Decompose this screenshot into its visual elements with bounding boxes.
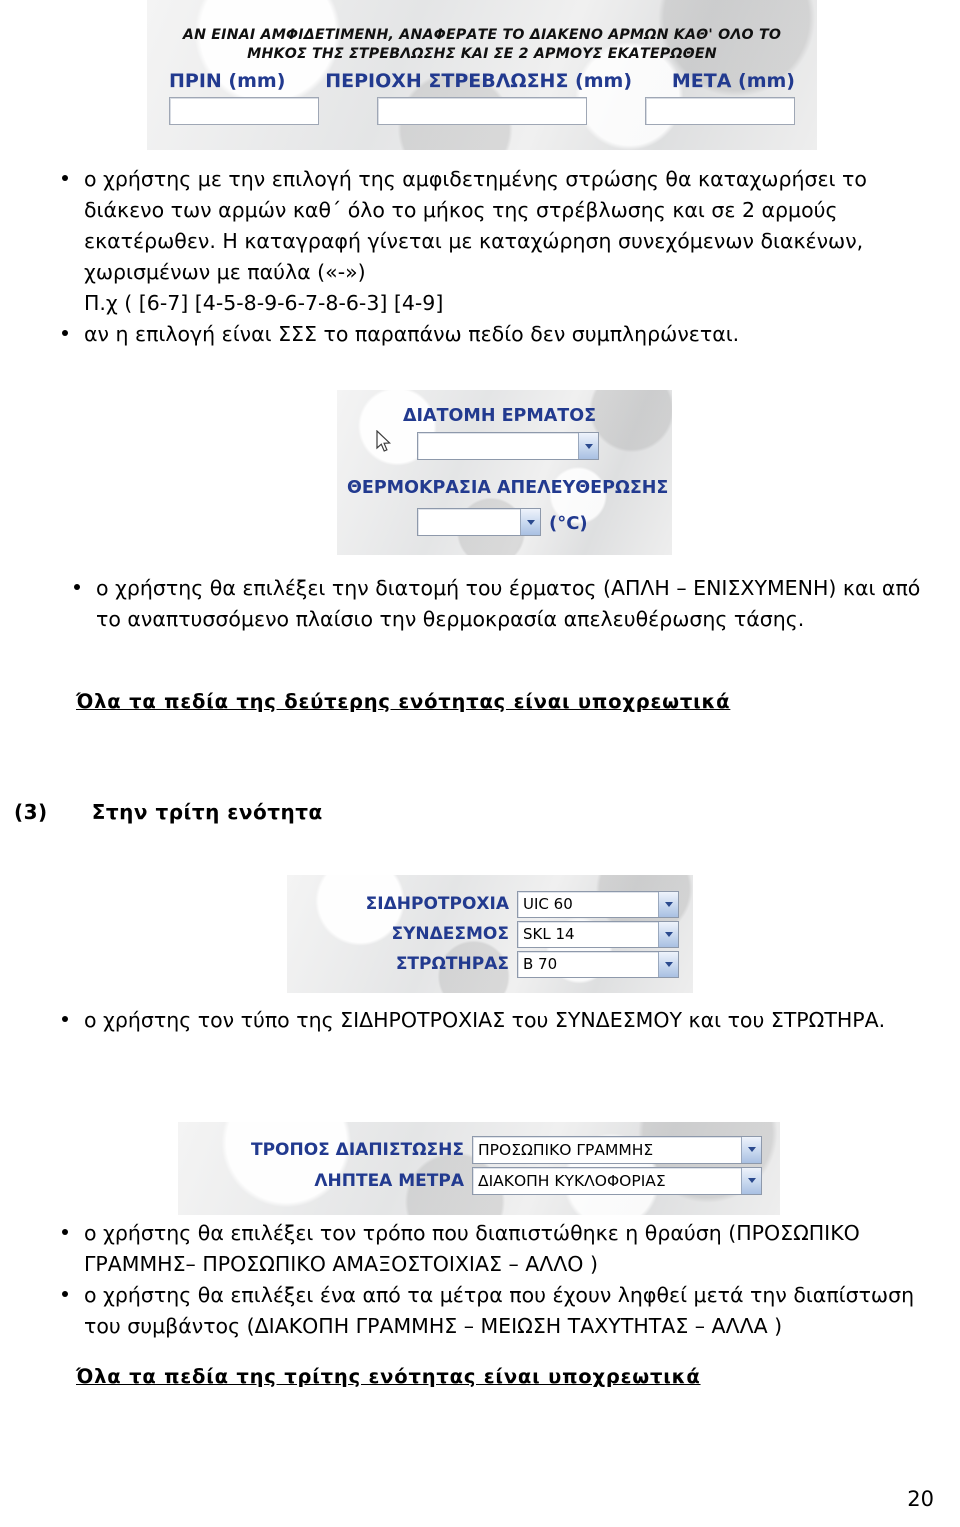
bullet-3-text: ο χρήστης θα επιλέξει την διατομή του έρ…	[96, 576, 921, 631]
text-block-bullets-1: ο χρήστης με την επιλογή της αμφιδετημέν…	[48, 164, 928, 350]
bullet-1-text: ο χρήστης με την επιλογή της αμφιδετημέν…	[84, 167, 867, 284]
text-block-bullets-2: ο χρήστης θα επιλέξει την διατομή του έρ…	[60, 573, 940, 635]
row-tropos-diapistosis: ΤΡΟΠΟΣ ΔΙΑΠΙΣΤΩΣΗΣ ΠΡΟΣΩΠΙΚΟ ΓΡΑΜΜΗΣ	[178, 1134, 780, 1165]
label-celsius-unit: (°C)	[549, 513, 588, 534]
chevron-down-icon[interactable]	[658, 921, 678, 947]
row-sidirotrochia: ΣΙΔΗΡΟΤΡΟΧΙΑ UIC 60	[287, 889, 693, 919]
section-3-title: Στην τρίτη ενότητα	[91, 800, 323, 824]
dropdown-syndesmos[interactable]: SKL 14	[517, 920, 679, 948]
list-item: ο χρήστης θα επιλέξει τον τρόπο που διαπ…	[48, 1218, 928, 1280]
label-thermokrasia-apeleftherosis: ΘΕΡΜΟΚΡΑΣΙΑ ΑΠΕΛΕΥΘΕΡΩΣΗΣ	[347, 478, 669, 498]
chevron-down-icon[interactable]	[578, 433, 598, 459]
joint-form-banner-line1: ΑΝ ΕΙΝΑΙ ΑΜΦΙΔΕΤΙΜΕΝΗ, ΑΝΑΦΕΡΑΤΕ ΤΟ ΔΙΑΚ…	[182, 27, 782, 43]
bullet-dot-icon	[74, 584, 80, 590]
chevron-down-icon[interactable]	[520, 509, 540, 535]
list-item: ο χρήστης θα επιλέξει την διατομή του έρ…	[60, 573, 940, 635]
bullet-list-1: ο χρήστης με την επιλογή της αμφιδετημέν…	[48, 164, 928, 350]
label-prin: ΠΡΙΝ (mm)	[169, 70, 286, 92]
bullet-6-text: ο χρήστης θα επιλέξει ένα από τα μέτρα π…	[84, 1283, 915, 1338]
label-syndesmos: ΣΥΝΔΕΣΜΟΣ	[391, 924, 509, 944]
joint-form-header-row: ΠΡΙΝ (mm) ΠΕΡΙΟΧΗ ΣΤΡΕΒΛΩΣΗΣ (mm) ΜΕΤΑ (…	[147, 64, 817, 92]
input-meta[interactable]	[645, 97, 795, 125]
page-number: 20	[907, 1487, 934, 1511]
mouse-cursor-icon	[376, 430, 392, 452]
chevron-down-icon[interactable]	[741, 1167, 761, 1194]
dropdown-liptea-metra-value: ΔΙΑΚΟΠΗ ΚΥΚΛΟΦΟΡΙΑΣ	[478, 1171, 666, 1190]
list-item: ο χρήστης τον τύπο της ΣΙΔΗΡΟΤΡΟΧΙΑΣ του…	[48, 1005, 928, 1036]
note-section-2-wrapper: Όλα τα πεδία της δεύτερης ενότητας είναι…	[76, 690, 730, 713]
screenshot-joint-gap-form: ΑΝ ΕΙΝΑΙ ΑΜΦΙΔΕΤΙΜΕΝΗ, ΑΝΑΦΕΡΑΤΕ ΤΟ ΔΙΑΚ…	[147, 0, 817, 150]
joint-form-banner: ΑΝ ΕΙΝΑΙ ΑΜΦΙΔΕΤΙΜΕΝΗ, ΑΝΑΦΕΡΑΤΕ ΤΟ ΔΙΑΚ…	[147, 0, 817, 64]
input-prin[interactable]	[169, 97, 319, 125]
section-3-heading: (3) Στην τρίτη ενότητα	[14, 800, 323, 824]
section-3-number: (3)	[14, 800, 48, 824]
bullet-dot-icon	[62, 330, 68, 336]
joint-form-input-row	[147, 92, 817, 125]
note-section-3-wrapper: Όλα τα πεδία της τρίτης ενότητας είναι υ…	[76, 1365, 701, 1388]
text-block-bullets-4: ο χρήστης θα επιλέξει τον τρόπο που διαπ…	[48, 1218, 928, 1342]
screenshot-track-components-form: ΣΙΔΗΡΟΤΡΟΧΙΑ UIC 60 ΣΥΝΔΕΣΜΟΣ SKL 14 ΣΤΡ…	[287, 875, 693, 993]
bullet-list-3: ο χρήστης τον τύπο της ΣΙΔΗΡΟΤΡΟΧΙΑΣ του…	[48, 1005, 928, 1036]
label-liptea-metra: ΛΗΠΤΕΑ ΜΕΤΡΑ	[314, 1170, 464, 1191]
label-meta: ΜΕΤΑ (mm)	[671, 70, 795, 92]
dropdown-sidirotrochia-value: UIC 60	[523, 895, 573, 913]
bullet-dot-icon	[62, 1229, 68, 1235]
dropdown-sidirotrochia[interactable]: UIC 60	[517, 890, 679, 918]
bullet-dot-icon	[62, 1291, 68, 1297]
dropdown-strotiras[interactable]: B 70	[517, 950, 679, 978]
row-liptea-metra: ΛΗΠΤΕΑ ΜΕΤΡΑ ΔΙΑΚΟΠΗ ΚΥΚΛΟΦΟΡΙΑΣ	[178, 1165, 780, 1196]
chevron-down-icon[interactable]	[658, 951, 678, 977]
list-item: ο χρήστης θα επιλέξει ένα από τα μέτρα π…	[48, 1280, 928, 1342]
document-page: ΑΝ ΕΙΝΑΙ ΑΜΦΙΔΕΤΙΜΕΝΗ, ΑΝΑΦΕΡΑΤΕ ΤΟ ΔΙΑΚ…	[0, 0, 960, 1527]
screenshot-ballast-form: ΔΙΑΤΟΜΗ ΕΡΜΑΤΟΣ ΘΕΡΜΟΚΡΑΣΙΑ ΑΠΕΛΕΥΘΕΡΩΣΗ…	[337, 390, 672, 555]
dropdown-liptea-metra[interactable]: ΔΙΑΚΟΠΗ ΚΥΚΛΟΦΟΡΙΑΣ	[472, 1166, 762, 1195]
bullet-4-text: ο χρήστης τον τύπο της ΣΙΔΗΡΟΤΡΟΧΙΑΣ του…	[84, 1008, 886, 1032]
dropdown-strotiras-value: B 70	[523, 955, 558, 973]
dropdown-tropos-diapistosis[interactable]: ΠΡΟΣΩΠΙΚΟ ΓΡΑΜΜΗΣ	[472, 1135, 762, 1164]
dropdown-syndesmos-value: SKL 14	[523, 925, 575, 943]
list-item: αν η επιλογή είναι ΣΣΣ το παραπάνω πεδίο…	[48, 319, 928, 350]
bullet-dot-icon	[62, 175, 68, 181]
chevron-down-icon[interactable]	[741, 1136, 761, 1163]
note-section-3: Όλα τα πεδία της τρίτης ενότητας είναι υ…	[76, 1365, 701, 1388]
bullet-list-4: ο χρήστης θα επιλέξει τον τρόπο που διαπ…	[48, 1218, 928, 1342]
label-diatomi-ermatos: ΔΙΑΤΟΜΗ ΕΡΜΑΤΟΣ	[403, 406, 597, 426]
note-section-2: Όλα τα πεδία της δεύτερης ενότητας είναι…	[76, 690, 731, 713]
label-periochi-streblosis: ΠΕΡΙΟΧΗ ΣΤΡΕΒΛΩΣΗΣ (mm)	[325, 70, 633, 92]
screenshot-measures-form: ΤΡΟΠΟΣ ΔΙΑΠΙΣΤΩΣΗΣ ΠΡΟΣΩΠΙΚΟ ΓΡΑΜΜΗΣ ΛΗΠ…	[178, 1122, 780, 1215]
dropdown-thermokrasia[interactable]	[417, 508, 541, 536]
input-periochi-streblosis[interactable]	[377, 97, 587, 125]
label-sidirotrochia: ΣΙΔΗΡΟΤΡΟΧΙΑ	[365, 894, 509, 914]
label-tropos-diapistosis: ΤΡΟΠΟΣ ΔΙΑΠΙΣΤΩΣΗΣ	[250, 1139, 464, 1160]
bullet-2-text: αν η επιλογή είναι ΣΣΣ το παραπάνω πεδίο…	[84, 322, 740, 346]
bullet-list-2: ο χρήστης θα επιλέξει την διατομή του έρ…	[60, 573, 940, 635]
bullet-1-example: Π.χ ( [6-7] [4-5-8-9-6-7-8-6-3] [4-9]	[84, 291, 444, 315]
bullet-dot-icon	[62, 1016, 68, 1022]
row-strotiras: ΣΤΡΩΤΗΡΑΣ B 70	[287, 949, 693, 979]
list-item: ο χρήστης με την επιλογή της αμφιδετημέν…	[48, 164, 928, 319]
text-block-bullets-3: ο χρήστης τον τύπο της ΣΙΔΗΡΟΤΡΟΧΙΑΣ του…	[48, 1005, 928, 1036]
row-syndesmos: ΣΥΝΔΕΣΜΟΣ SKL 14	[287, 919, 693, 949]
chevron-down-icon[interactable]	[658, 891, 678, 917]
dropdown-diatomi-ermatos[interactable]	[417, 432, 599, 460]
label-strotiras: ΣΤΡΩΤΗΡΑΣ	[395, 954, 509, 974]
joint-form-banner-line2: ΜΗΚΟΣ ΤΗΣ ΣΤΡΕΒΛΩΣΗΣ ΚΑΙ ΣΕ 2 ΑΡΜΟΥΣ ΕΚΑ…	[247, 46, 717, 62]
bullet-5-text: ο χρήστης θα επιλέξει τον τρόπο που διαπ…	[84, 1221, 860, 1276]
dropdown-tropos-diapistosis-value: ΠΡΟΣΩΠΙΚΟ ΓΡΑΜΜΗΣ	[478, 1140, 654, 1159]
